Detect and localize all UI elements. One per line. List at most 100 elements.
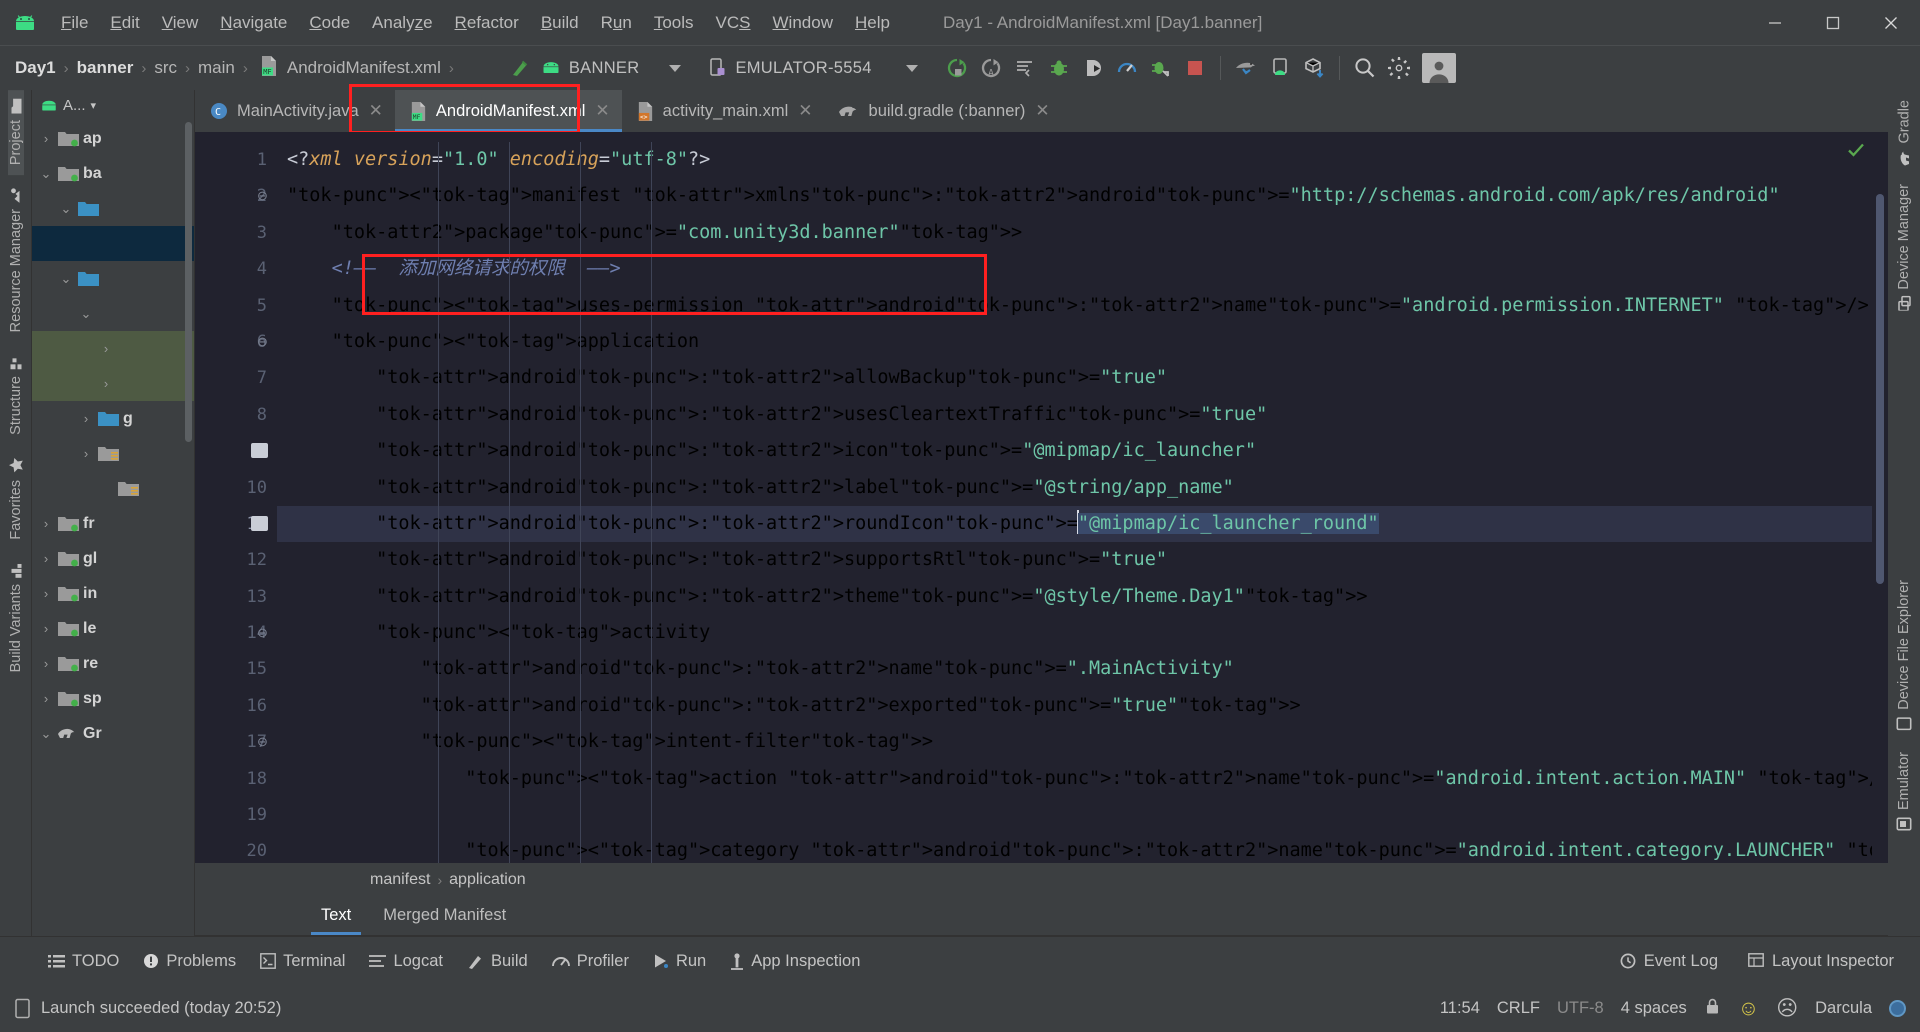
code-editor[interactable]: 12⊖3456⊖7891011121314⊖151617⊖181920 <?xm… <box>195 132 1888 863</box>
profiler-icon[interactable] <box>1110 50 1144 86</box>
close-icon[interactable]: ✕ <box>369 101 383 121</box>
project-tree-row[interactable]: ⌄ <box>32 296 194 331</box>
chevron-down-icon[interactable]: ⌄ <box>58 271 74 287</box>
status-message[interactable]: Launch succeeded (today 20:52) <box>14 998 281 1019</box>
fold-collapse-icon[interactable]: ⊖ <box>257 188 268 204</box>
gradle-sync-icon[interactable] <box>1229 50 1263 86</box>
apply-changes-icon[interactable]: A <box>974 50 1008 86</box>
close-icon[interactable]: ✕ <box>595 101 609 121</box>
breadcrumb-item-banner[interactable]: banner <box>74 58 137 78</box>
lock-icon[interactable] <box>1704 997 1721 1021</box>
fold-collapse-icon[interactable]: ⊖ <box>257 625 268 641</box>
search-icon[interactable] <box>1348 50 1382 86</box>
menu-item-help[interactable]: Help <box>844 9 901 37</box>
debug-bug-icon[interactable] <box>1042 50 1076 86</box>
tool-window-emulator[interactable]: Emulator <box>1896 742 1912 842</box>
build-hammer-icon[interactable] <box>503 50 537 86</box>
tool-window-structure[interactable]: Structure <box>8 346 24 445</box>
chevron-right-icon[interactable]: › <box>38 586 54 601</box>
menu-item-run[interactable]: Run <box>590 9 643 37</box>
project-tree-row[interactable]: › g <box>32 401 194 436</box>
menu-item-tools[interactable]: Tools <box>643 9 705 37</box>
breadcrumb-item-androidmanifest-xml[interactable]: AndroidManifest.xml <box>284 58 444 78</box>
chevron-down-icon[interactable]: ⌄ <box>58 201 74 217</box>
chevron-down-icon[interactable]: ⌄ <box>78 306 94 322</box>
image-resource-gutter-icon[interactable] <box>251 443 268 459</box>
maximize-button[interactable] <box>1804 0 1862 45</box>
project-tree-row[interactable]: › <box>32 436 194 471</box>
breadcrumb-item-day1[interactable]: Day1 <box>12 58 59 78</box>
chevron-right-icon[interactable]: › <box>78 411 94 426</box>
menu-item-analyze[interactable]: Analyze <box>361 9 444 37</box>
indent-label[interactable]: 4 spaces <box>1621 999 1687 1018</box>
chevron-right-icon[interactable]: › <box>38 131 54 146</box>
gear-icon[interactable] <box>1382 50 1416 86</box>
device-selector[interactable]: EMULATOR-5554 <box>705 52 921 84</box>
breadcrumb-item-src[interactable]: src <box>151 58 180 78</box>
tool-window-build-variants[interactable]: Build Variants <box>8 554 24 682</box>
chevron-right-icon[interactable]: › <box>38 656 54 671</box>
image-resource-gutter-icon[interactable] <box>251 516 268 531</box>
editor-mode-tab-text[interactable]: Text <box>305 896 367 935</box>
sdk-manager-icon[interactable] <box>1297 50 1331 86</box>
project-panel-header[interactable]: A... ▾ <box>32 90 194 121</box>
breadcrumb-item-main[interactable]: main <box>195 58 238 78</box>
bottom-tool-event-log[interactable]: Event Log <box>1608 947 1730 976</box>
menu-item-code[interactable]: Code <box>298 9 361 37</box>
project-tree-row[interactable]: ⌄ <box>32 261 194 296</box>
code-breadcrumb-manifest[interactable]: manifest <box>370 871 430 889</box>
run-play-icon[interactable] <box>940 50 974 86</box>
line-separator-label[interactable]: CRLF <box>1497 999 1540 1018</box>
editor-mode-tab-merged-manifest[interactable]: Merged Manifest <box>367 896 522 935</box>
project-tree-row[interactable]: › fr <box>32 506 194 541</box>
menu-item-vcs[interactable]: VCS <box>705 9 762 37</box>
attach-debugger-icon[interactable] <box>1076 50 1110 86</box>
minimize-button[interactable] <box>1746 0 1804 45</box>
menu-item-file[interactable]: File <box>50 9 99 37</box>
project-tree-row[interactable]: › ap <box>32 121 194 156</box>
project-tree-row[interactable] <box>32 471 194 506</box>
chevron-down-icon[interactable]: ⌄ <box>38 166 54 182</box>
tool-window-device-file-explorer[interactable]: Device File Explorer <box>1896 570 1912 742</box>
editor-tab-androidmanifest-xml[interactable]: MF AndroidManifest.xml ✕ <box>394 90 622 132</box>
encoding-label[interactable]: UTF-8 <box>1557 999 1604 1018</box>
menu-item-window[interactable]: Window <box>762 9 844 37</box>
code-breadcrumb-application[interactable]: application <box>449 871 526 889</box>
project-tree-row[interactable]: › le <box>32 611 194 646</box>
happy-face-icon[interactable]: ☺ <box>1738 997 1759 1021</box>
avatar[interactable] <box>1421 53 1456 83</box>
project-tree-scrollbar[interactable] <box>185 122 192 442</box>
editor-scrollbar[interactable] <box>1872 132 1888 863</box>
theme-label[interactable]: Darcula <box>1815 999 1872 1018</box>
sad-face-icon[interactable]: ☹ <box>1776 996 1798 1021</box>
bottom-tool-problems[interactable]: Problems <box>131 947 248 976</box>
editor-tab-build-gradle---banner-[interactable]: build.gradle (:banner) ✕ <box>825 90 1062 132</box>
close-icon[interactable]: ✕ <box>798 101 812 121</box>
editor-tab-mainactivity-java[interactable]: C MainActivity.java ✕ <box>195 90 395 132</box>
chevron-down-icon[interactable]: ⌄ <box>38 726 54 742</box>
close-icon[interactable]: ✕ <box>1035 101 1049 121</box>
menu-item-refactor[interactable]: Refactor <box>444 9 530 37</box>
fold-collapse-icon[interactable]: ⊖ <box>257 734 268 750</box>
tool-window-favorites[interactable]: Favorites <box>8 449 24 550</box>
bottom-tool-profiler[interactable]: Profiler <box>540 947 641 976</box>
menu-item-build[interactable]: Build <box>530 9 590 37</box>
tool-window-resource-manager[interactable]: Resource Manager <box>8 179 24 342</box>
chevron-down-icon[interactable]: ▾ <box>91 99 97 112</box>
stop-square-icon[interactable] <box>1178 50 1212 86</box>
tool-window-device-manager[interactable]: Device Manager <box>1896 174 1912 321</box>
theme-indicator-dot[interactable] <box>1889 1000 1906 1017</box>
tool-window-project[interactable]: Project <box>7 90 24 176</box>
bottom-tool-logcat[interactable]: Logcat <box>357 947 455 976</box>
chevron-right-icon[interactable]: › <box>38 691 54 706</box>
bottom-tool-app-inspection[interactable]: App Inspection <box>718 947 872 976</box>
project-tree-row[interactable]: ⌄ Gr <box>32 716 194 751</box>
menu-item-view[interactable]: View <box>151 9 210 37</box>
apply-code-changes-icon[interactable] <box>1008 50 1042 86</box>
chevron-right-icon[interactable]: › <box>38 621 54 636</box>
tool-window-gradle[interactable]: Gradle <box>1896 90 1913 174</box>
menu-item-navigate[interactable]: Navigate <box>209 9 298 37</box>
bottom-tool-layout-inspector[interactable]: Layout Inspector <box>1736 947 1906 976</box>
bottom-tool-terminal[interactable]: Terminal <box>248 947 357 976</box>
project-tree-row[interactable]: › <box>32 366 194 401</box>
